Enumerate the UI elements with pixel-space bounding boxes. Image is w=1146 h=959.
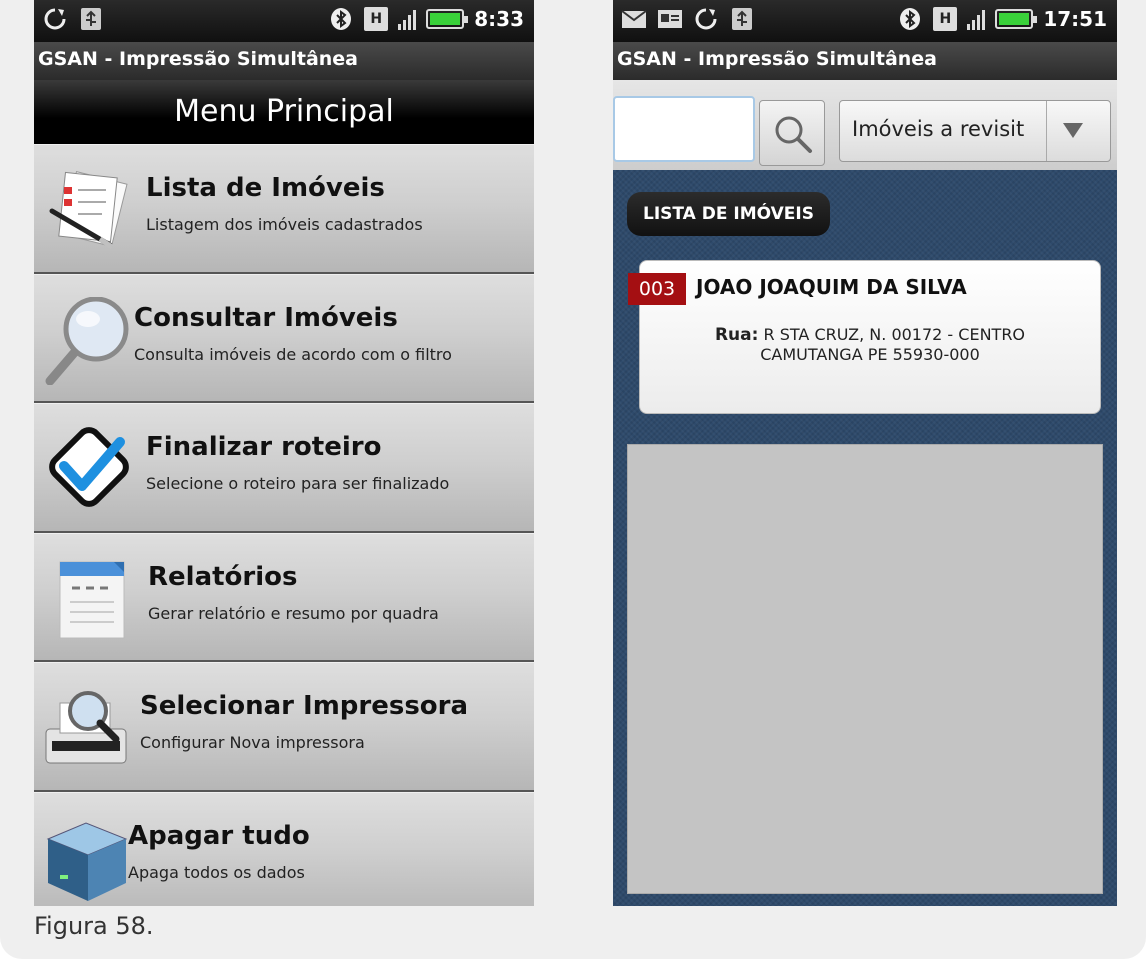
status-time: 8:33 — [474, 7, 524, 31]
menu-item-subtitle: Listagem dos imóveis cadastrados — [146, 215, 423, 234]
status-time: 17:51 — [1043, 7, 1107, 31]
menu-item-title: Apagar tudo — [128, 820, 310, 851]
figure-caption: Figura 58. — [34, 912, 154, 940]
search-button[interactable] — [759, 100, 825, 166]
menu-item-subtitle: Consulta imóveis de acordo com o filtro — [134, 344, 452, 364]
signal-icon — [398, 8, 417, 30]
magnifier-icon — [42, 296, 136, 385]
checkmark-icon — [42, 426, 136, 514]
sync-icon — [693, 6, 719, 32]
search-bar: Imóveis a revisit — [613, 80, 1117, 170]
empty-list-panel — [627, 444, 1103, 894]
menu-item-subtitle: Gerar relatório e resumo por quadra — [148, 603, 439, 623]
menu-item-subtitle: Apaga todos os dados — [128, 862, 305, 882]
menu-item-subtitle: Configurar Nova impressora — [140, 733, 365, 752]
menu-item-relatorios[interactable]: Relatórios Gerar relatório e resumo por … — [34, 532, 534, 662]
property-card[interactable]: 003 JOAO JOAQUIM DA SILVA Rua: R STA CRU… — [628, 260, 1101, 414]
menu-item-title: Selecionar Impressora — [140, 691, 469, 721]
menu-item-lista-imoveis[interactable]: Lista de Imóveis Listagem dos imóveis ca… — [34, 144, 534, 274]
phone-screen-menu: H 8:33 GSAN - Impressão Simultânea Menu … — [34, 0, 534, 906]
status-bar: H 17:51 — [613, 0, 1117, 42]
search-input[interactable] — [613, 96, 755, 162]
report-icon — [42, 556, 136, 644]
menu-item-title: Finalizar roteiro — [146, 432, 382, 462]
menu-item-subtitle: Selecione o roteiro para ser finalizado — [146, 474, 450, 493]
usb-icon — [729, 6, 755, 32]
property-owner-name: JOAO JOAQUIM DA SILVA — [696, 275, 967, 299]
status-bar: H 8:33 — [34, 0, 534, 42]
battery-icon — [995, 9, 1038, 29]
property-number-badge: 003 — [628, 273, 686, 305]
list-section-label: LISTA DE IMÓVEIS — [627, 192, 830, 236]
menu-item-apagar-tudo[interactable]: Apagar tudo Apaga todos os dados — [34, 791, 534, 906]
filter-dropdown[interactable]: Imóveis a revisit — [839, 100, 1111, 162]
property-address: Rua: R STA CRUZ, N. 00172 - CENTRO CAMUT… — [640, 325, 1100, 365]
street-value: R STA CRUZ, N. 00172 - CENTRO — [763, 325, 1026, 344]
menu-item-title: Lista de Imóveis — [146, 173, 385, 203]
menu-item-finalizar-roteiro[interactable]: Finalizar roteiro Selecione o roteiro pa… — [34, 403, 534, 533]
app-title: GSAN - Impressão Simultânea — [34, 42, 534, 80]
battery-charging-icon — [426, 9, 469, 29]
property-list-area: LISTA DE IMÓVEIS 003 JOAO JOAQUIM DA SIL… — [613, 170, 1117, 906]
printer-search-icon — [42, 685, 136, 773]
bluetooth-icon — [328, 6, 354, 32]
mail-icon — [621, 6, 647, 32]
bluetooth-icon — [897, 6, 923, 32]
filter-selected-value: Imóveis a revisit — [852, 117, 1025, 141]
document-list-icon — [42, 167, 136, 255]
search-icon — [772, 113, 814, 159]
menu-item-consultar-imoveis[interactable]: Consultar Imóveis Consulta imóveis de ac… — [34, 273, 534, 403]
app-title: GSAN - Impressão Simultânea — [613, 42, 1117, 80]
card-icon — [657, 6, 683, 32]
main-menu: Lista de Imóveis Listagem dos imóveis ca… — [34, 144, 534, 906]
figure-frame: H 8:33 GSAN - Impressão Simultânea Menu … — [0, 0, 1146, 959]
h-network-icon: H — [364, 7, 389, 31]
dropdown-divider — [1046, 101, 1047, 161]
menu-title: Menu Principal — [34, 80, 534, 144]
sync-icon — [42, 6, 68, 32]
dropdown-arrow-icon — [1062, 121, 1084, 143]
menu-item-title: Relatórios — [148, 561, 298, 592]
trash-bin-icon — [42, 815, 136, 903]
usb-icon — [78, 6, 104, 32]
h-network-icon: H — [933, 7, 958, 31]
menu-item-title: Consultar Imóveis — [134, 302, 398, 333]
street-label: Rua: — [714, 325, 759, 345]
signal-icon — [967, 8, 986, 30]
city-line: CAMUTANGA PE 55930-000 — [760, 345, 980, 364]
menu-item-selecionar-impressora[interactable]: Selecionar Impressora Configurar Nova im… — [34, 662, 534, 792]
phone-screen-list: H 17:51 GSAN - Impressão Simultânea Imóv… — [613, 0, 1117, 906]
